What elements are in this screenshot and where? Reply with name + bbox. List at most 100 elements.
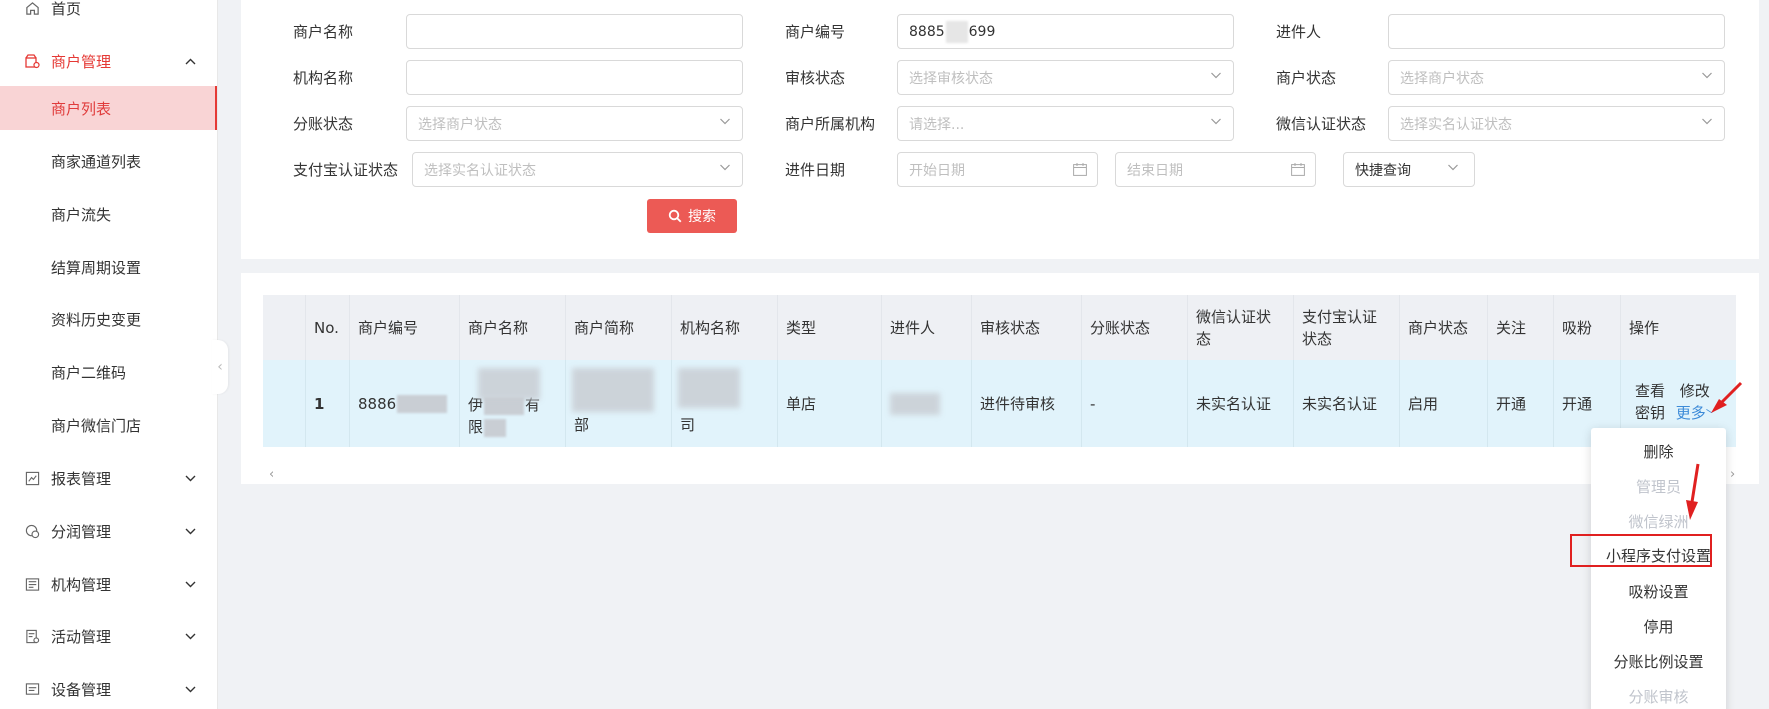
secret-key-link[interactable]: 密钥: [1635, 404, 1665, 422]
chevron-down-icon: [185, 630, 196, 643]
menu-item-split-audit[interactable]: 分账审核: [1591, 679, 1726, 709]
merchant-no-text: 8886: [358, 394, 397, 413]
table-panel: No. 商户编号 商户名称 商户简称 机构名称 类型 进件人 审核状态 分账状态…: [241, 273, 1759, 484]
menu-item-disable[interactable]: 停用: [1591, 609, 1726, 643]
merchant-no-value-suffix: 699: [968, 23, 996, 40]
alipay-auth-select[interactable]: 选择实名认证状态: [412, 152, 743, 187]
sidebar-item-wechat-store[interactable]: 商户微信门店: [0, 403, 217, 447]
more-dropdown-trigger[interactable]: 更多﹀: [1676, 404, 1717, 422]
chevron-down-icon: [1702, 72, 1712, 79]
merchant-status-select[interactable]: 选择商户状态: [1388, 60, 1725, 95]
building-icon: [24, 576, 40, 592]
sidebar-item-channel-list[interactable]: 商家通道列表: [0, 139, 217, 183]
shop-icon: [24, 53, 40, 69]
sidebar-group-org[interactable]: 机构管理: [0, 562, 217, 606]
merchant-no-value-prefix: 8885: [909, 23, 945, 40]
sidebar-item-merchant-churn[interactable]: 商户流失: [0, 192, 217, 236]
edit-link[interactable]: 修改: [1680, 382, 1710, 400]
start-date-input[interactable]: 开始日期: [897, 152, 1098, 187]
sidebar-item-home[interactable]: 首页: [0, 0, 217, 30]
menu-item-admin[interactable]: 管理员: [1591, 469, 1726, 503]
audit-status-placeholder: 选择审核状态: [909, 70, 993, 87]
sidebar-item-label: 商户微信门店: [51, 416, 142, 435]
view-link[interactable]: 查看: [1635, 382, 1665, 400]
calendar-icon: [1291, 163, 1305, 176]
table-row[interactable]: 1 8886 伊有 限 部 司 单店 进件待审核 - 未实名认证 未实名认证 启…: [263, 360, 1736, 447]
row-alipay-auth: 未实名认证: [1294, 360, 1400, 447]
header-cell: 商户名称: [460, 295, 566, 360]
split-status-placeholder: 选择商户状态: [418, 116, 502, 133]
redaction-mask: [397, 394, 448, 413]
sidebar-item-merchant-qrcode[interactable]: 商户二维码: [0, 350, 217, 394]
sidebar-group-merchant[interactable]: 商户管理: [0, 39, 217, 83]
table-header: No. 商户编号 商户名称 商户简称 机构名称 类型 进件人 审核状态 分账状态…: [263, 295, 1736, 360]
header-cell: 分账状态: [1082, 295, 1188, 360]
merchant-no-input[interactable]: 8885 699: [897, 14, 1234, 49]
chart-icon: [24, 470, 40, 486]
scroll-right-icon[interactable]: ›: [1730, 467, 1735, 482]
sidebar-item-settle-cycle[interactable]: 结算周期设置: [0, 245, 217, 289]
merchant-no-label: 商户编号: [785, 23, 846, 41]
header-cell: 支付宝认证状态: [1294, 295, 1400, 360]
alipay-auth-label: 支付宝认证状态: [293, 161, 399, 179]
end-date-input[interactable]: 结束日期: [1115, 152, 1316, 187]
sidebar-group-device[interactable]: 设备管理: [0, 667, 217, 709]
applicant-label: 进件人: [1276, 23, 1322, 41]
alipay-auth-placeholder: 选择实名认证状态: [424, 162, 536, 179]
sidebar-group-profit[interactable]: 分润管理: [0, 509, 217, 553]
wechat-auth-label: 微信认证状态: [1276, 115, 1367, 133]
device-icon: [24, 681, 40, 697]
org-name-input[interactable]: [406, 60, 743, 95]
split-status-select[interactable]: 选择商户状态: [406, 106, 743, 141]
header-cell: 吸粉: [1554, 295, 1621, 360]
sidebar-item-label: 资料历史变更: [51, 310, 142, 329]
header-cell: 类型: [778, 295, 882, 360]
merchant-name-fragment: 限: [468, 418, 484, 436]
menu-item-wechat-oasis[interactable]: 微信绿洲: [1591, 504, 1726, 538]
header-checkbox-col: [263, 295, 306, 360]
audit-status-select[interactable]: 选择审核状态: [897, 60, 1234, 95]
row-merchant-name: 伊有 限: [460, 360, 566, 447]
sidebar-item-merchant-list[interactable]: 商户列表: [0, 86, 217, 130]
merchant-status-placeholder: 选择商户状态: [1400, 70, 1484, 87]
header-cell: 审核状态: [972, 295, 1082, 360]
redaction-mask: [945, 20, 968, 43]
org-name-fragment: 司: [680, 416, 696, 434]
header-cell: 商户编号: [350, 295, 460, 360]
menu-item-delete[interactable]: 删除: [1591, 434, 1726, 468]
sidebar-item-label: 报表管理: [51, 469, 112, 488]
header-cell: No.: [306, 295, 350, 360]
scroll-left-icon[interactable]: ‹: [269, 467, 274, 482]
row-no: 1: [306, 360, 350, 447]
chevron-down-icon: [185, 683, 196, 696]
merchant-org-select[interactable]: 请选择...: [897, 106, 1234, 141]
merchant-name-label: 商户名称: [293, 23, 354, 41]
filter-panel: 商户名称 商户编号 8885 699 进件人 机构名称 审核状态 选择审核状态 商…: [241, 0, 1759, 259]
header-cell: 机构名称: [672, 295, 778, 360]
sidebar-item-data-history[interactable]: 资料历史变更: [0, 297, 217, 341]
merchant-name-input[interactable]: [406, 14, 743, 49]
chevron-down-icon: [1211, 118, 1221, 125]
row-merchant-status: 启用: [1400, 360, 1488, 447]
coin-icon: [24, 523, 40, 539]
applicant-input[interactable]: [1388, 14, 1725, 49]
chevron-down-icon: [720, 118, 730, 125]
more-label: 更多: [1675, 404, 1706, 422]
search-button[interactable]: 搜索: [647, 199, 737, 233]
sidebar-group-activity[interactable]: 活动管理: [0, 614, 217, 658]
sidebar-item-label: 商家通道列表: [51, 152, 142, 171]
menu-item-split-ratio[interactable]: 分账比例设置: [1591, 644, 1726, 678]
menu-item-fans-settings[interactable]: 吸粉设置: [1591, 574, 1726, 608]
sidebar-item-label: 商户列表: [51, 99, 112, 118]
header-cell: 商户状态: [1400, 295, 1488, 360]
chevron-left-icon: ‹: [217, 359, 223, 375]
chevron-down-icon: [720, 164, 730, 171]
header-cell: 进件人: [882, 295, 972, 360]
sidebar-collapse-toggle[interactable]: ‹: [212, 340, 228, 394]
quick-query-value: 快捷查询: [1355, 162, 1411, 179]
quick-query-select[interactable]: 快捷查询: [1343, 152, 1475, 187]
sidebar-item-label: 分润管理: [51, 522, 112, 541]
sidebar-group-report[interactable]: 报表管理: [0, 456, 217, 500]
search-icon: [668, 209, 682, 223]
wechat-auth-select[interactable]: 选择实名认证状态: [1388, 106, 1725, 141]
